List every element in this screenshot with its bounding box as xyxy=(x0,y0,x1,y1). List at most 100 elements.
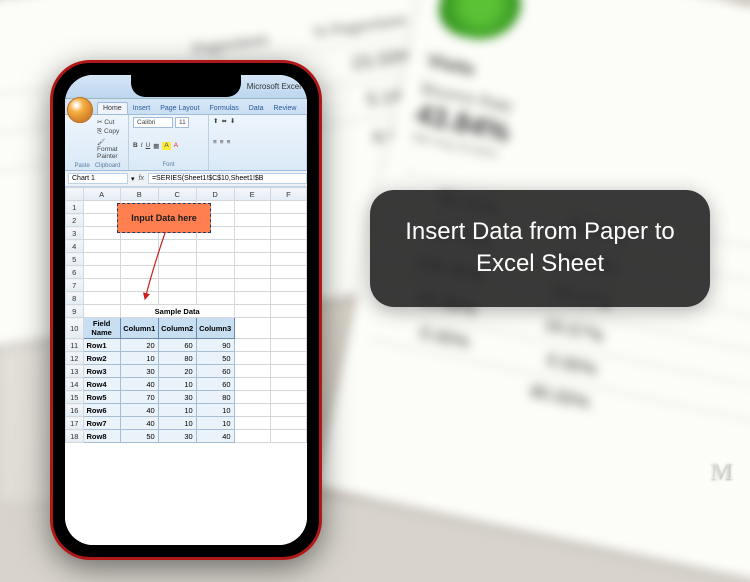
row-header[interactable]: 7 xyxy=(66,279,84,292)
tab-review[interactable]: Review xyxy=(269,103,302,114)
table-cell[interactable]: 10 xyxy=(158,378,196,391)
table-cell[interactable]: 60 xyxy=(196,365,234,378)
row-header[interactable]: 5 xyxy=(66,253,84,266)
cut-button[interactable]: ✂ Cut xyxy=(97,117,124,127)
table-cell[interactable]: 20 xyxy=(120,339,158,352)
table-cell[interactable]: 40 xyxy=(120,417,158,430)
tab-data[interactable]: Data xyxy=(244,103,269,114)
title-overlay: Insert Data from Paper to Excel Sheet xyxy=(370,190,710,307)
col-header[interactable]: F xyxy=(270,188,306,201)
format-painter-button[interactable]: 🖌 Format Painter xyxy=(97,137,124,161)
table-cell[interactable]: Row2 xyxy=(83,352,120,365)
font-color-button[interactable]: A xyxy=(174,142,178,150)
row-header[interactable]: 8 xyxy=(66,292,84,305)
underline-button[interactable]: U xyxy=(146,142,151,150)
table-cell[interactable]: 30 xyxy=(158,430,196,443)
formula-bar: Chart 1 ▾ fx =SERIES(Sheet1!$C$10,Sheet1… xyxy=(65,171,307,187)
name-box[interactable]: Chart 1 xyxy=(68,173,128,184)
formula-input[interactable]: =SERIES(Sheet1!$C$10,Sheet1!$B xyxy=(148,173,307,184)
watermark-logo: M xyxy=(709,459,732,486)
table-cell[interactable]: 10 xyxy=(196,404,234,417)
table-cell[interactable]: 60 xyxy=(158,339,196,352)
table-cell[interactable]: 80 xyxy=(196,391,234,404)
select-all-corner[interactable] xyxy=(66,188,84,201)
table-cell[interactable]: 40 xyxy=(196,430,234,443)
ribbon-tabs: Home Insert Page Layout Formulas Data Re… xyxy=(65,99,307,115)
app-name: Microsoft Excel xyxy=(247,82,301,91)
row-header[interactable]: 9 xyxy=(66,305,84,318)
table-cell[interactable]: 40 xyxy=(120,404,158,417)
tab-page-layout[interactable]: Page Layout xyxy=(155,103,204,114)
table-cell[interactable]: 10 xyxy=(158,417,196,430)
table-cell[interactable]: 30 xyxy=(120,365,158,378)
table-cell[interactable]: Row3 xyxy=(83,365,120,378)
office-button-icon[interactable] xyxy=(67,97,93,123)
table-cell[interactable]: Row7 xyxy=(83,417,120,430)
align-bottom-icon[interactable]: ⬇ xyxy=(230,117,235,125)
row-header[interactable]: 3 xyxy=(66,227,84,240)
row-header[interactable]: 12 xyxy=(66,352,84,365)
table-cell[interactable]: 70 xyxy=(120,391,158,404)
table-cell[interactable]: 50 xyxy=(196,352,234,365)
row-header[interactable]: 15 xyxy=(66,391,84,404)
sample-data-title: Sample Data xyxy=(120,305,234,318)
fx-icon[interactable]: fx xyxy=(135,175,148,182)
border-button[interactable]: ▦ xyxy=(153,142,159,150)
table-cell[interactable]: Row4 xyxy=(83,378,120,391)
table-cell[interactable]: 60 xyxy=(196,378,234,391)
align-middle-icon[interactable]: ⬌ xyxy=(221,117,226,125)
col-header[interactable]: D xyxy=(196,188,234,201)
table-header: Column3 xyxy=(196,318,234,339)
table-cell[interactable]: 10 xyxy=(196,417,234,430)
table-cell[interactable]: 50 xyxy=(120,430,158,443)
table-cell[interactable]: Row5 xyxy=(83,391,120,404)
table-header: Column2 xyxy=(158,318,196,339)
row-header[interactable]: 10 xyxy=(66,318,84,339)
table-cell[interactable]: Row1 xyxy=(83,339,120,352)
table-cell[interactable]: 20 xyxy=(158,365,196,378)
row-header[interactable]: 11 xyxy=(66,339,84,352)
fill-color-button[interactable]: A xyxy=(162,142,170,150)
spreadsheet-grid[interactable]: A B C D E F 1 2 3 4 5 6 7 8 9 Sample Data… xyxy=(65,187,307,545)
align-top-icon[interactable]: ⬆ xyxy=(213,117,218,125)
align-right-icon[interactable]: ≡ xyxy=(227,139,231,146)
italic-button[interactable]: I xyxy=(141,142,143,150)
align-center-icon[interactable]: ≡ xyxy=(220,139,224,146)
row-header[interactable]: 18 xyxy=(66,430,84,443)
col-header[interactable]: A xyxy=(83,188,120,201)
font-name-select[interactable]: Calibri xyxy=(133,117,173,128)
ribbon: ✂ Cut ⎘ Copy 🖌 Format Painter Paste Clip… xyxy=(65,115,307,171)
table-cell[interactable]: 30 xyxy=(158,391,196,404)
row-header[interactable]: 16 xyxy=(66,404,84,417)
table-cell[interactable]: 80 xyxy=(158,352,196,365)
tab-formulas[interactable]: Formulas xyxy=(205,103,244,114)
phone-screen: Microsoft Excel Home Insert Page Layout … xyxy=(65,75,307,545)
paste-button[interactable]: Paste xyxy=(74,163,89,169)
col-header[interactable]: E xyxy=(234,188,270,201)
chart-shape-icon xyxy=(434,0,527,47)
row-header[interactable]: 4 xyxy=(66,240,84,253)
table-header: Field Name xyxy=(83,318,120,339)
align-left-icon[interactable]: ≡ xyxy=(213,139,217,146)
row-header[interactable]: 6 xyxy=(66,266,84,279)
table-cell[interactable]: 90 xyxy=(196,339,234,352)
table-cell[interactable]: Row8 xyxy=(83,430,120,443)
table-cell[interactable]: 10 xyxy=(120,352,158,365)
row-header[interactable]: 1 xyxy=(66,201,84,214)
col-header[interactable]: B xyxy=(120,188,158,201)
bold-button[interactable]: B xyxy=(133,142,138,150)
row-header[interactable]: 2 xyxy=(66,214,84,227)
callout-box: Input Data here xyxy=(117,203,211,233)
col-header[interactable]: C xyxy=(158,188,196,201)
copy-button[interactable]: ⎘ Copy xyxy=(97,127,124,137)
row-header[interactable]: 14 xyxy=(66,378,84,391)
row-header[interactable]: 17 xyxy=(66,417,84,430)
table-cell[interactable]: Row6 xyxy=(83,404,120,417)
font-size-select[interactable]: 11 xyxy=(175,117,189,128)
font-group-label: Font xyxy=(133,162,204,168)
tab-home[interactable]: Home xyxy=(97,102,128,114)
tab-insert[interactable]: Insert xyxy=(128,103,156,114)
table-cell[interactable]: 10 xyxy=(158,404,196,417)
row-header[interactable]: 13 xyxy=(66,365,84,378)
table-cell[interactable]: 40 xyxy=(120,378,158,391)
